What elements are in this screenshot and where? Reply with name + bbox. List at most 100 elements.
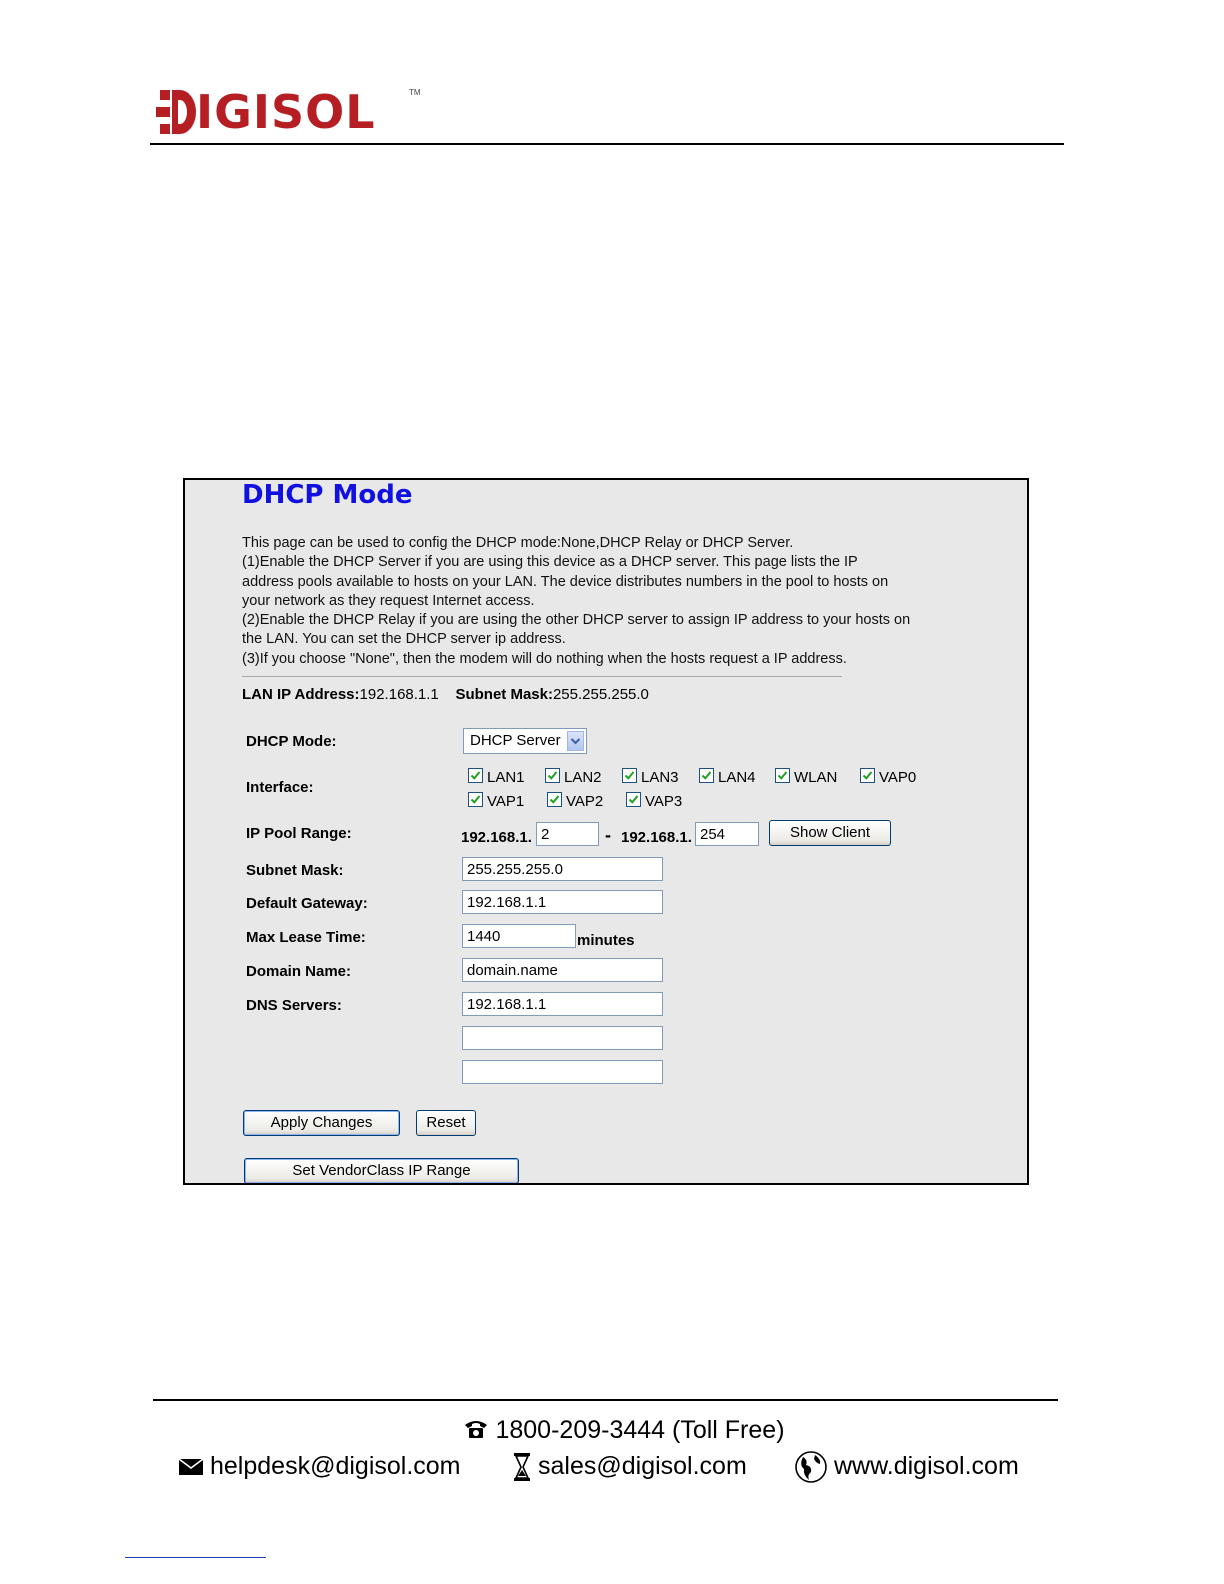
interface-label: Interface: [246, 779, 314, 796]
description-line: address pools available to hosts on your… [242, 573, 889, 590]
dropdown-button[interactable] [567, 731, 584, 751]
default-gateway-label: Default Gateway: [246, 895, 368, 912]
checkbox[interactable] [626, 792, 641, 807]
checkmark-icon [470, 771, 481, 780]
checkbox[interactable] [547, 792, 562, 807]
checkbox[interactable] [860, 768, 875, 783]
max-lease-label: Max Lease Time: [246, 929, 366, 946]
email-text[interactable]: helpdesk@digisol.com [210, 1452, 461, 1480]
description-line: This page can be used to config the DHCP… [242, 535, 794, 551]
interface-checkbox-wlan[interactable]: WLAN [775, 768, 837, 786]
domain-name-label: Domain Name: [246, 963, 352, 980]
pool-end-prefix: 192.168.1. [621, 829, 692, 846]
description-line: (1)Enable the DHCP Server if you are usi… [242, 554, 858, 571]
footer-sales: sales@digisol.com [512, 1448, 747, 1484]
hourglass-icon [514, 1453, 530, 1482]
lan-ip-info: LAN IP Address:192.168.1.1 Subnet Mask:2… [242, 686, 649, 703]
reset-button[interactable]: Reset [416, 1110, 476, 1136]
dhcp-mode-label: DHCP Mode: [246, 733, 337, 750]
phone-number: 1800-209-3444 (Toll Free) [495, 1416, 785, 1444]
footer-contacts: helpdesk@digisol.com sales@digisol.com w… [178, 1448, 1058, 1484]
footer-web: www.digisol.com [794, 1448, 1019, 1484]
interface-checkbox-label: LAN3 [641, 769, 679, 786]
interface-checkbox-vap0[interactable]: VAP0 [860, 768, 916, 786]
digisol-logo: IGISOL TM [156, 86, 426, 138]
interface-checkbox-vap3[interactable]: VAP3 [626, 792, 682, 810]
domain-name-input[interactable]: domain.name [462, 958, 663, 982]
interface-checkbox-label: VAP1 [487, 793, 525, 810]
footer-link-underline [125, 1557, 266, 1558]
interface-checkbox-label: VAP3 [645, 793, 683, 810]
sales-text[interactable]: sales@digisol.com [538, 1452, 747, 1480]
pool-range-dash: - [605, 825, 611, 845]
subnet-value: 255.255.255.0 [552, 686, 649, 703]
lan-ip-label: LAN IP Address: [242, 686, 360, 703]
mail-icon [178, 1458, 204, 1476]
interface-checkbox-label: VAP2 [566, 793, 604, 810]
set-vendorclass-button[interactable]: Set VendorClass IP Range [244, 1158, 519, 1183]
footer-email: helpdesk@digisol.com [178, 1448, 461, 1484]
checkmark-icon [701, 771, 712, 780]
show-client-button[interactable]: Show Client [769, 820, 891, 846]
footer-phone: 1800-209-3444 (Toll Free) [0, 1416, 1224, 1445]
checkmark-icon [777, 771, 788, 780]
interface-checkbox-lan2[interactable]: LAN2 [545, 768, 602, 786]
description-line: the LAN. You can set the DHCP server ip … [242, 631, 566, 648]
description-line: (3)If you choose "None", then the modem … [242, 650, 847, 667]
checkbox[interactable] [775, 768, 790, 783]
dhcp-mode-select[interactable]: DHCP Server [463, 728, 587, 754]
logo-text: IGISOL [196, 85, 376, 139]
checkbox[interactable] [468, 768, 483, 783]
checkmark-icon [628, 795, 639, 804]
dns3-input[interactable] [462, 1060, 663, 1084]
interface-checkbox-lan4[interactable]: LAN4 [699, 768, 756, 786]
checkbox[interactable] [699, 768, 714, 783]
phone-icon [465, 1421, 488, 1438]
divider [242, 676, 842, 677]
dns-servers-label: DNS Servers: [246, 997, 342, 1014]
interface-checkbox-label: LAN2 [564, 769, 602, 786]
subnet-mask-label: Subnet Mask: [246, 862, 344, 879]
description-line: (2)Enable the DHCP Relay if you are usin… [242, 612, 911, 629]
pool-end-input[interactable]: 254 [695, 822, 759, 846]
description-line: your network as they request Internet ac… [242, 592, 535, 609]
web-text[interactable]: www.digisol.com [834, 1452, 1019, 1480]
dhcp-mode-screenshot: DHCP Mode This page can be used to confi… [183, 478, 1029, 1185]
dhcp-mode-value: DHCP Server [470, 732, 561, 749]
checkbox[interactable] [545, 768, 560, 783]
default-gateway-input[interactable]: 192.168.1.1 [462, 890, 663, 914]
dns2-input[interactable] [462, 1026, 663, 1050]
interface-checkbox-vap2[interactable]: VAP2 [547, 792, 603, 810]
globe-icon [795, 1451, 827, 1484]
page-description: This page can be used to config the DHCP… [242, 534, 982, 669]
interface-checkbox-lan1[interactable]: LAN1 [468, 768, 525, 786]
checkbox[interactable] [468, 792, 483, 807]
checkmark-icon [547, 771, 558, 780]
header-rule [150, 143, 1064, 145]
trademark-mark: TM [409, 88, 421, 97]
pool-start-prefix: 192.168.1. [461, 829, 532, 846]
lan-ip-value: 192.168.1.1 [359, 686, 439, 703]
checkmark-icon [470, 795, 481, 804]
chevron-down-icon [570, 738, 581, 745]
interface-checkbox-label: LAN1 [487, 769, 525, 786]
checkmark-icon [624, 771, 635, 780]
lease-unit-label: minutes [577, 932, 635, 949]
subnet-mask-input[interactable]: 255.255.255.0 [462, 857, 663, 881]
logo-d-mark-icon [156, 90, 196, 134]
max-lease-input[interactable]: 1440 [462, 924, 576, 948]
interface-checkbox-label: LAN4 [718, 769, 756, 786]
ip-pool-label: IP Pool Range: [246, 825, 352, 842]
interface-checkbox-lan3[interactable]: LAN3 [622, 768, 679, 786]
checkbox[interactable] [622, 768, 637, 783]
interface-checkbox-label: WLAN [794, 769, 838, 786]
apply-changes-button[interactable]: Apply Changes [243, 1110, 400, 1136]
footer-rule [153, 1399, 1058, 1401]
interface-checkbox-vap1[interactable]: VAP1 [468, 792, 524, 810]
interface-checkbox-label: VAP0 [879, 769, 917, 786]
checkmark-icon [549, 795, 560, 804]
subnet-label: Subnet Mask: [455, 686, 553, 703]
pool-start-input[interactable]: 2 [536, 822, 599, 846]
dns1-input[interactable]: 192.168.1.1 [462, 992, 663, 1016]
checkmark-icon [862, 771, 873, 780]
